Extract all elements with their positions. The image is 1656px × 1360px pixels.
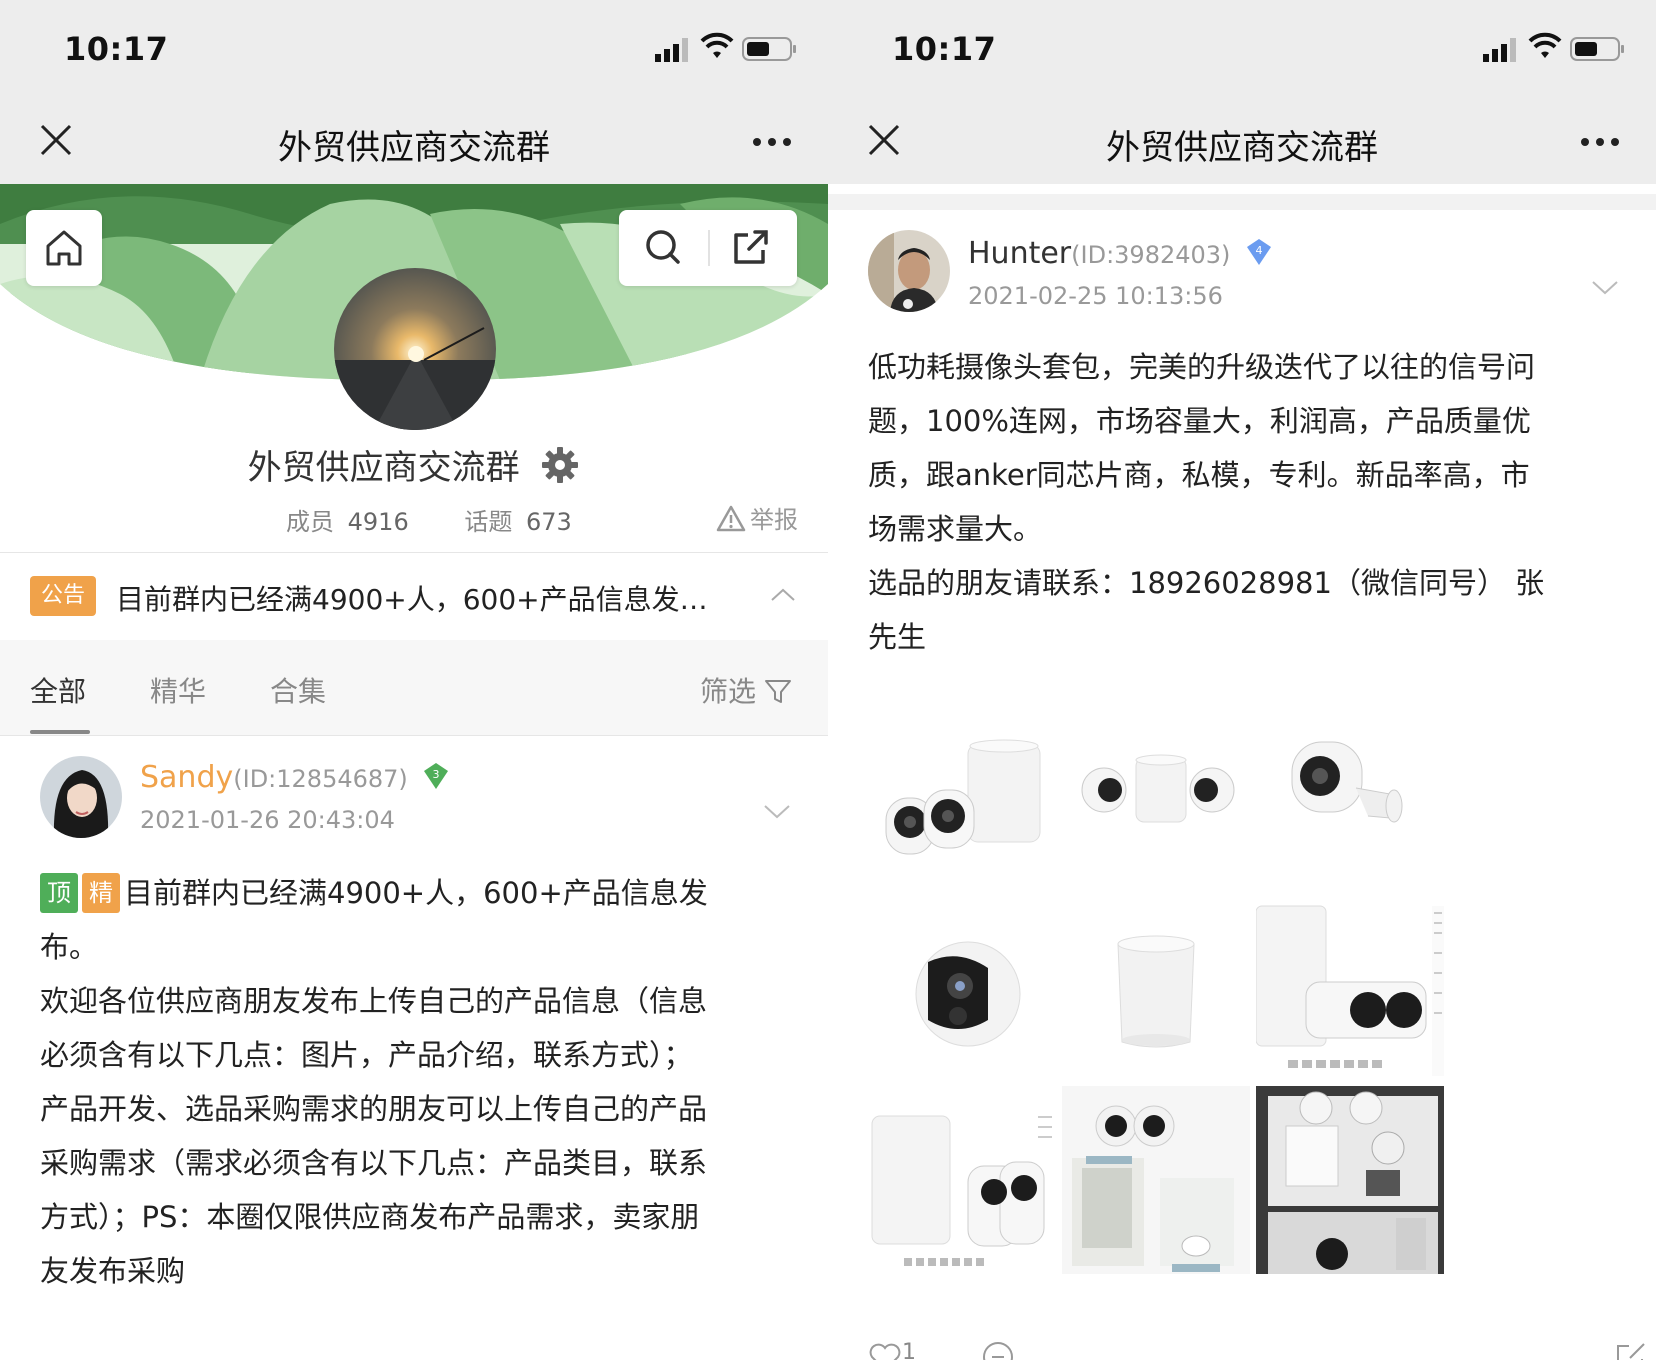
tab-all[interactable]: 全部 bbox=[30, 670, 86, 710]
more-icon[interactable] bbox=[752, 136, 792, 148]
nav-title: 外贸供应商交流群 bbox=[1106, 128, 1378, 168]
warning-icon bbox=[716, 505, 746, 532]
post-image[interactable] bbox=[1256, 698, 1444, 886]
section-divider bbox=[828, 194, 1656, 210]
post-line-text: 目前群内已经满4900+人，600+产品信息发 bbox=[124, 876, 708, 910]
group-stats: 成员 4916 话题 673 bbox=[286, 502, 620, 537]
post-line: 场需求量大。 bbox=[868, 512, 1043, 546]
like-icon[interactable] bbox=[868, 1340, 902, 1360]
status-time: 10:17 bbox=[64, 30, 169, 68]
post-line: 友发布采购 bbox=[40, 1254, 186, 1288]
home-icon bbox=[46, 230, 82, 266]
active-tab-indicator bbox=[30, 730, 90, 734]
post-line: 布。 bbox=[40, 930, 99, 964]
post-date: 2021-01-26 20:43:04 bbox=[140, 806, 395, 834]
more-icon[interactable] bbox=[1580, 136, 1620, 148]
author-name: Sandy bbox=[140, 760, 234, 795]
members-count: 4916 bbox=[347, 508, 409, 536]
topics-label: 话题 bbox=[464, 508, 513, 536]
cellular-signal-icon bbox=[1483, 38, 1516, 62]
author-id: (ID:3982403) bbox=[1071, 241, 1231, 269]
tab-collection[interactable]: 合集 bbox=[270, 670, 326, 710]
post-actions: 1 bbox=[868, 1340, 1648, 1360]
level-diamond-icon: 3 bbox=[424, 763, 449, 789]
post-image[interactable] bbox=[1062, 698, 1250, 886]
essence-badge: 精 bbox=[82, 873, 120, 913]
tab-essence[interactable]: 精华 bbox=[150, 670, 206, 710]
post-line: 顶精目前群内已经满4900+人，600+产品信息发 bbox=[40, 866, 800, 920]
avatar[interactable] bbox=[40, 756, 122, 838]
nav-title: 外贸供应商交流群 bbox=[278, 128, 550, 168]
post-author[interactable]: Hunter(ID:3982403) 4 bbox=[968, 236, 1274, 271]
author-name: Hunter bbox=[968, 236, 1072, 271]
post-image[interactable] bbox=[1256, 892, 1444, 1080]
avatar[interactable] bbox=[868, 230, 950, 312]
filter-label: 筛选 bbox=[699, 675, 756, 708]
members-label: 成员 bbox=[286, 508, 334, 536]
pinned-badge: 顶 bbox=[40, 873, 78, 913]
chevron-down-icon[interactable] bbox=[762, 800, 792, 822]
post-line: 产品开发、选品采购需求的朋友可以上传自己的产品 bbox=[40, 1092, 708, 1126]
battery-icon bbox=[742, 37, 796, 61]
post-line: 质，跟anker同芯片商，私模，专利。新品率高，市 bbox=[868, 458, 1530, 492]
post-image[interactable] bbox=[868, 1086, 1056, 1274]
share-icon[interactable] bbox=[1614, 1340, 1648, 1360]
post-date: 2021-02-25 10:13:56 bbox=[968, 282, 1223, 310]
author-id: (ID:12854687) bbox=[233, 765, 408, 793]
wifi-icon bbox=[700, 32, 734, 58]
announcement-bar[interactable]: 公告 目前群内已经满4900+人，600+产品信息发… bbox=[0, 552, 828, 640]
group-name: 外贸供应商交流群 bbox=[0, 440, 828, 489]
status-bar: 10:17 bbox=[828, 0, 1656, 100]
announcement-tag: 公告 bbox=[30, 576, 96, 616]
share-icon[interactable] bbox=[708, 210, 797, 286]
post-content: 顶精目前群内已经满4900+人，600+产品信息发 布。 欢迎各位供应商朋友发布… bbox=[40, 866, 800, 1298]
wifi-icon bbox=[1528, 32, 1562, 58]
top-tools bbox=[619, 210, 797, 286]
cellular-signal-icon bbox=[655, 38, 688, 62]
post-line: 采购需求（需求必须含有以下几点：产品类目，联系 bbox=[40, 1146, 708, 1180]
post-content: 低功耗摄像头套包，完美的升级迭代了以往的信号问 题，100%连网，市场容量大，利… bbox=[868, 340, 1638, 664]
post-line: 方式）；PS：本圈仅限供应商发布产品需求，卖家朋 bbox=[40, 1200, 700, 1234]
gear-icon[interactable] bbox=[540, 445, 580, 485]
report-button[interactable]: 举报 bbox=[716, 500, 798, 535]
report-label: 举报 bbox=[750, 506, 798, 534]
post-line: 欢迎各位供应商朋友发布上传自己的产品信息（信息 bbox=[40, 984, 708, 1018]
post-line: 选品的朋友请联系：18926028981（微信同号） 张 bbox=[868, 566, 1545, 600]
announcement-text: 目前群内已经满4900+人，600+产品信息发… bbox=[116, 583, 708, 616]
post-image[interactable] bbox=[868, 892, 1056, 1080]
level-number: 4 bbox=[1255, 244, 1262, 257]
level-diamond-icon: 4 bbox=[1246, 239, 1271, 265]
right-screen: 10:17 外贸供应商交流群 Hunter(ID:3982403) 4 2021… bbox=[828, 0, 1656, 1360]
post-line: 必须含有以下几点：图片，产品介绍，联系方式）； bbox=[40, 1038, 693, 1072]
comment-icon[interactable] bbox=[981, 1340, 1015, 1360]
topics-count: 673 bbox=[526, 508, 572, 536]
post-image[interactable] bbox=[1062, 1086, 1250, 1274]
search-icon[interactable] bbox=[619, 210, 708, 286]
post-image[interactable] bbox=[1256, 1086, 1444, 1274]
post-line: 题，100%连网，市场容量大，利润高，产品质量优 bbox=[868, 404, 1531, 438]
filter-button[interactable]: 筛选 bbox=[700, 670, 792, 710]
group-name-text: 外贸供应商交流群 bbox=[247, 448, 520, 488]
post-author[interactable]: Sandy(ID:12854687) 3 bbox=[140, 760, 451, 795]
filter-icon bbox=[765, 680, 791, 703]
home-button[interactable] bbox=[26, 210, 102, 286]
post-image[interactable] bbox=[868, 698, 1056, 886]
nav-bar: 外贸供应商交流群 bbox=[0, 100, 828, 184]
post-image[interactable] bbox=[1062, 892, 1250, 1080]
post-line: 先生 bbox=[868, 620, 927, 654]
battery-icon bbox=[1570, 37, 1624, 61]
chevron-down-icon[interactable] bbox=[1590, 276, 1620, 298]
level-badge: 3 bbox=[421, 761, 451, 791]
status-bar: 10:17 bbox=[0, 0, 828, 100]
group-avatar bbox=[334, 268, 496, 430]
level-number: 3 bbox=[433, 768, 440, 781]
nav-bar: 外贸供应商交流群 bbox=[828, 100, 1656, 184]
like-count: 1 bbox=[902, 1340, 916, 1360]
status-time: 10:17 bbox=[892, 30, 997, 68]
chevron-up-icon[interactable] bbox=[770, 582, 796, 608]
level-badge: 4 bbox=[1244, 237, 1274, 267]
feed-tabs: 全部 精华 合集 筛选 bbox=[0, 640, 828, 736]
left-screen: 10:17 外贸供应商交流群 外贸供应商交流群 成员 4916 话题 673 举… bbox=[0, 0, 828, 1360]
post-line: 低功耗摄像头套包，完美的升级迭代了以往的信号问 bbox=[868, 350, 1536, 384]
